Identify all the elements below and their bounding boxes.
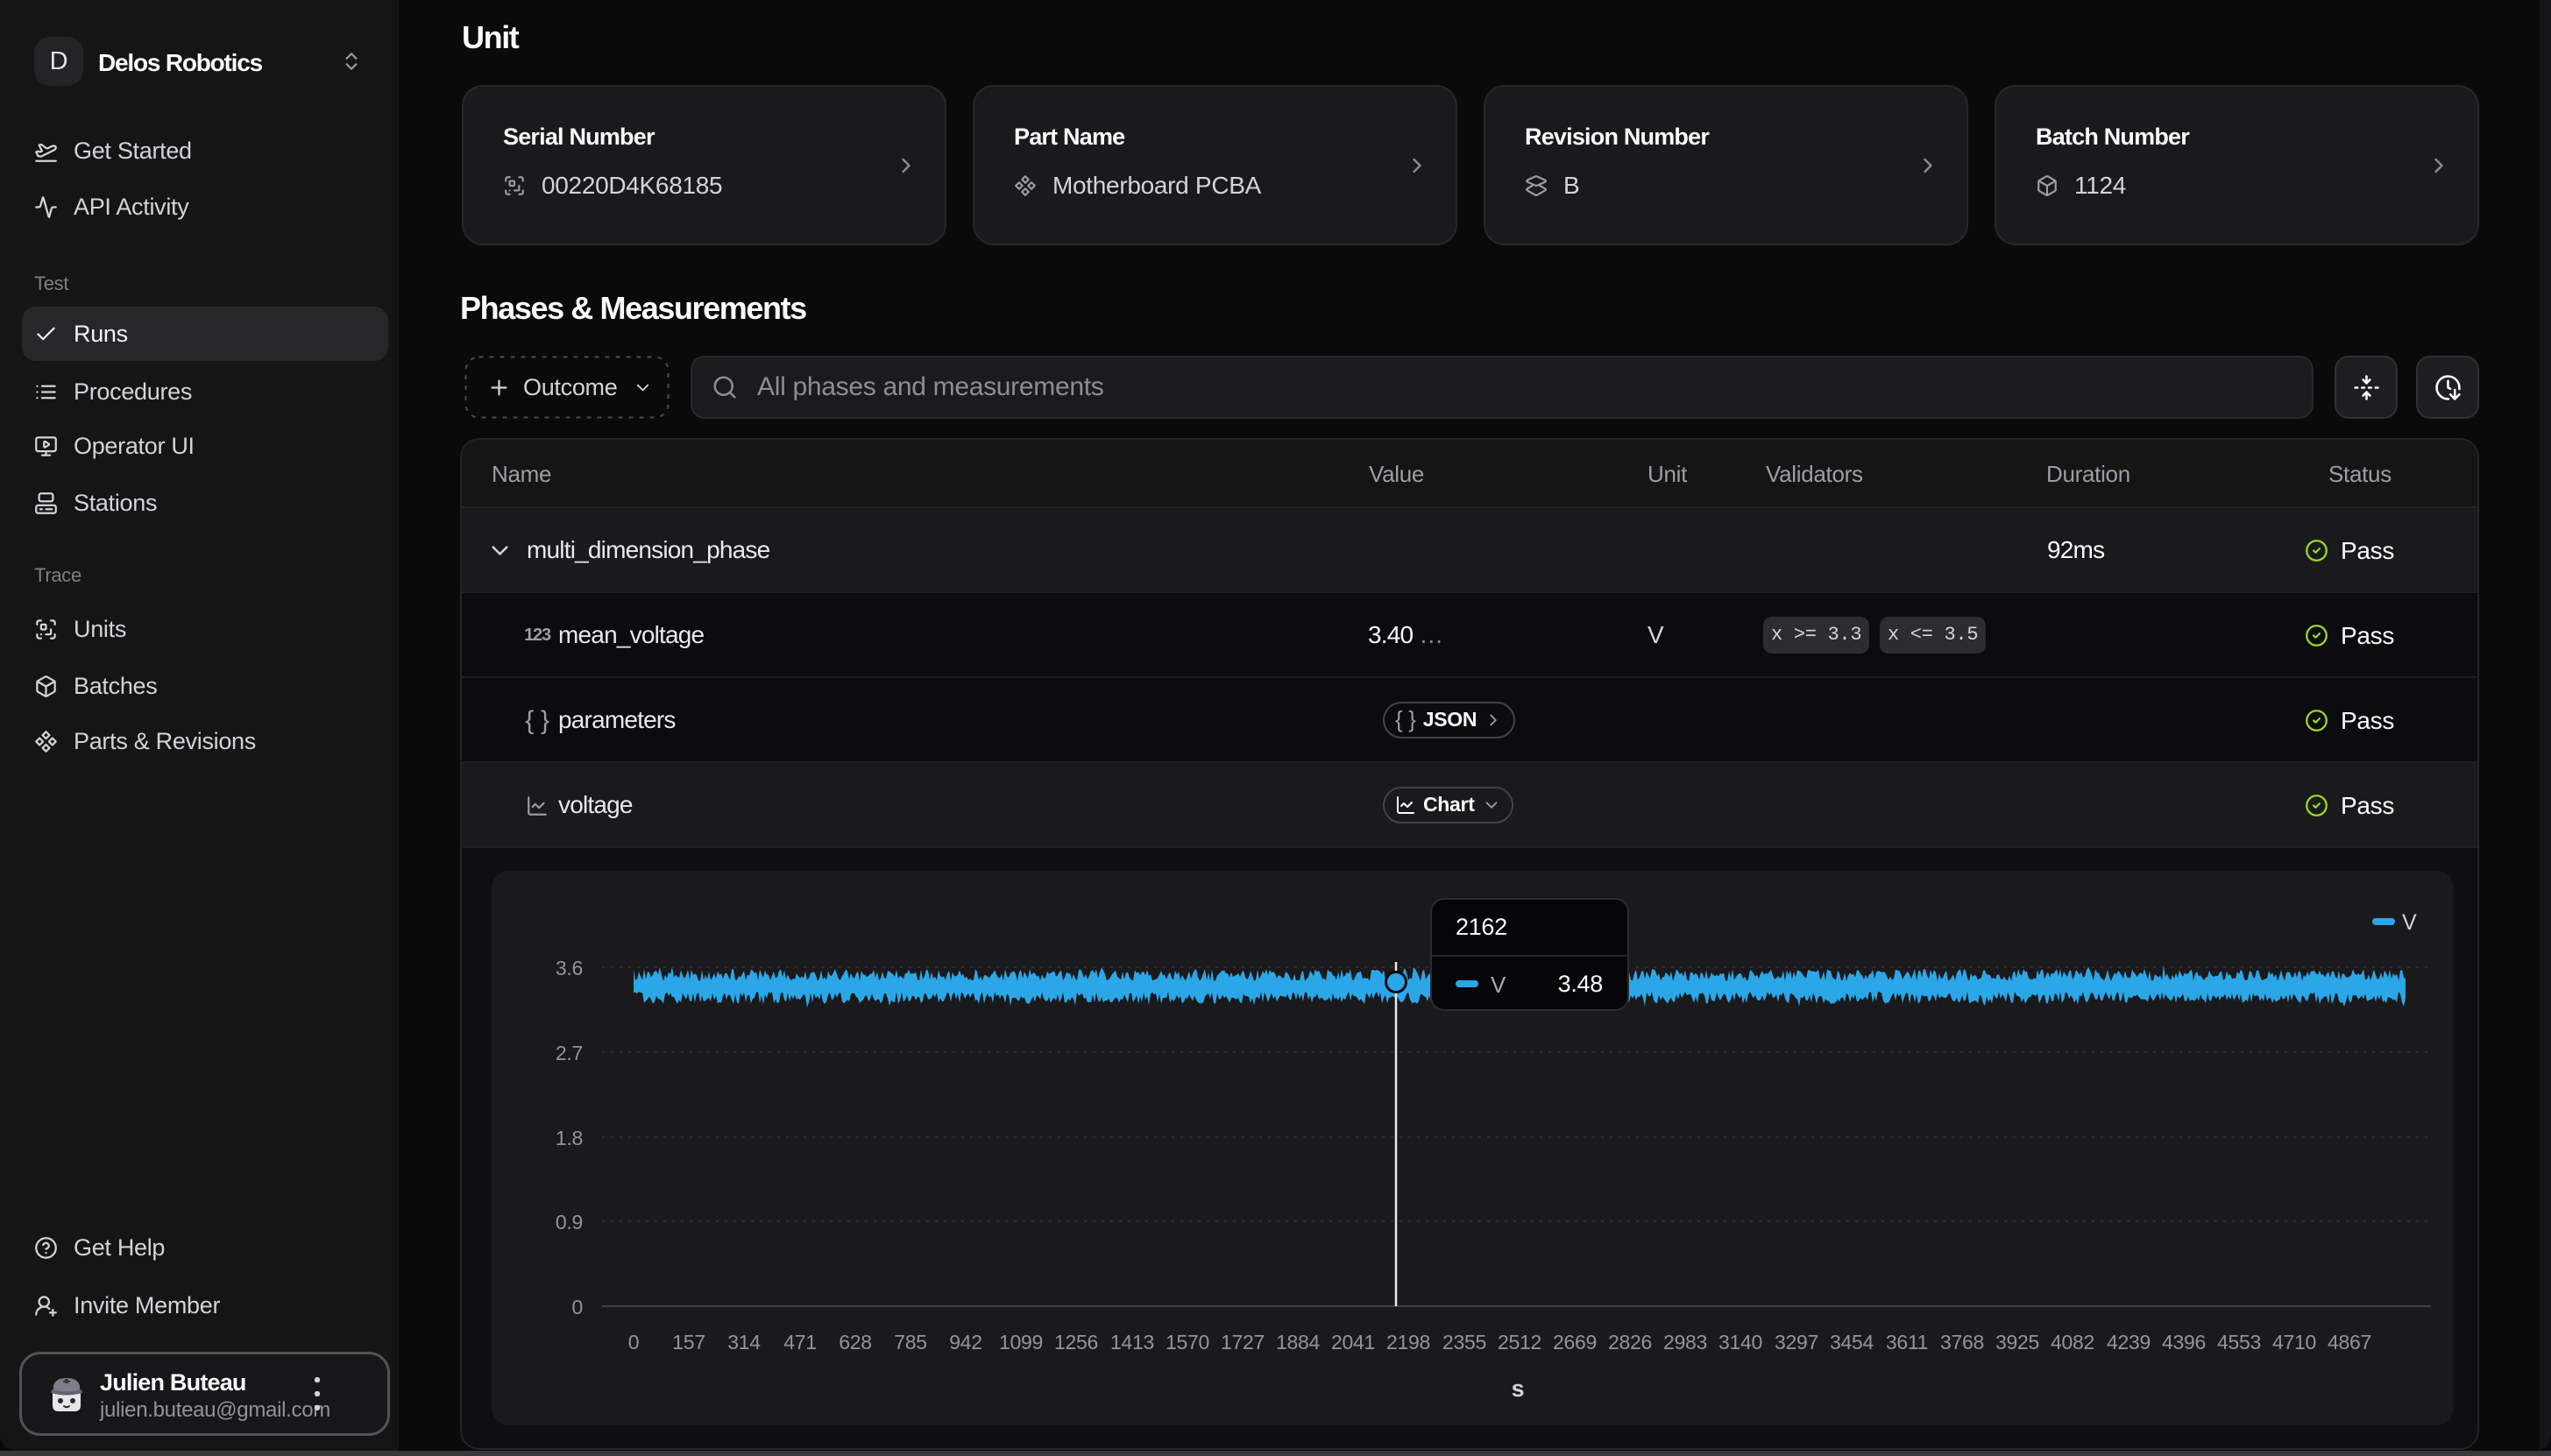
svg-text:3925: 3925 [1995,1331,2039,1354]
svg-text:2198: 2198 [1386,1331,1430,1354]
svg-text:4396: 4396 [2162,1331,2206,1354]
svg-text:4867: 4867 [2328,1331,2371,1354]
svg-text:2041: 2041 [1331,1331,1375,1354]
svg-text:s: s [1512,1375,1525,1402]
svg-text:4553: 4553 [2217,1331,2261,1354]
svg-text:3297: 3297 [1775,1331,1818,1354]
svg-text:2669: 2669 [1553,1331,1597,1354]
svg-text:2826: 2826 [1608,1331,1652,1354]
svg-text:157: 157 [672,1331,705,1354]
svg-text:2983: 2983 [1663,1331,1707,1354]
svg-text:1570: 1570 [1166,1331,1209,1354]
svg-text:2355: 2355 [1442,1331,1486,1354]
svg-text:3454: 3454 [1830,1331,1874,1354]
svg-text:942: 942 [949,1331,981,1354]
svg-text:V: V [2402,910,2417,935]
svg-text:4082: 4082 [2051,1331,2094,1354]
svg-text:1884: 1884 [1276,1331,1320,1354]
svg-text:314: 314 [727,1331,761,1354]
svg-text:3611: 3611 [1886,1331,1928,1354]
svg-text:0: 0 [572,1296,584,1318]
svg-text:1727: 1727 [1221,1331,1265,1354]
svg-text:3768: 3768 [1940,1331,1984,1354]
svg-text:2512: 2512 [1498,1331,1541,1354]
svg-text:3.6: 3.6 [556,957,583,979]
svg-text:0.9: 0.9 [556,1211,583,1233]
svg-text:0: 0 [628,1331,640,1354]
svg-text:1.8: 1.8 [556,1127,583,1149]
svg-text:3140: 3140 [1718,1331,1762,1354]
svg-text:1099: 1099 [999,1331,1043,1354]
svg-text:4710: 4710 [2272,1331,2316,1354]
svg-text:1413: 1413 [1110,1331,1154,1354]
svg-text:628: 628 [839,1331,871,1354]
svg-text:2.7: 2.7 [556,1042,583,1064]
svg-text:4239: 4239 [2107,1331,2151,1354]
svg-text:785: 785 [894,1331,926,1354]
svg-text:471: 471 [783,1331,816,1354]
svg-text:1256: 1256 [1054,1331,1098,1354]
